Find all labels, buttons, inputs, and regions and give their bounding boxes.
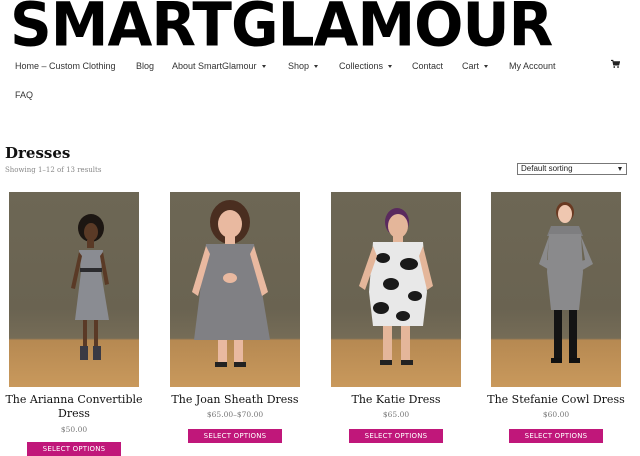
shopping-cart-icon[interactable]: [611, 59, 620, 69]
product-card: The Joan Sheath Dress $65.00–$70.00 SELE…: [170, 192, 300, 443]
select-options-button[interactable]: SELECT OPTIONS: [27, 442, 121, 456]
chevron-down-icon: [618, 167, 622, 171]
nav-about-label: About SmartGlamour: [172, 61, 257, 71]
product-price: $50.00: [60, 425, 88, 434]
nav-about[interactable]: About SmartGlamour: [172, 59, 266, 73]
product-card: The Stefanie Cowl Dress $60.00 SELECT OP…: [487, 192, 625, 443]
nav-collections[interactable]: Collections: [339, 59, 393, 73]
nav-shop-label: Shop: [288, 61, 310, 71]
product-price: $65.00–$70.00: [206, 410, 264, 419]
product-price: $65.00: [382, 410, 410, 419]
product-image[interactable]: [331, 192, 461, 387]
product-image[interactable]: [9, 192, 139, 387]
site-logo[interactable]: SMARTGLAMOUR: [10, 0, 630, 55]
product-image[interactable]: [491, 192, 621, 387]
product-name[interactable]: The Stefanie Cowl Dress: [485, 393, 627, 407]
nav-home[interactable]: Home – Custom Clothing: [15, 59, 116, 73]
nav-faq[interactable]: FAQ: [15, 88, 33, 102]
select-options-button[interactable]: SELECT OPTIONS: [509, 429, 603, 443]
nav-my-account[interactable]: My Account: [509, 59, 556, 73]
chevron-down-icon: [314, 65, 319, 69]
product-card: The Arianna Convertible Dress $50.00 SEL…: [5, 192, 143, 456]
nav-shop[interactable]: Shop: [288, 59, 319, 73]
product-card: The Katie Dress $65.00 SELECT OPTIONS: [331, 192, 461, 443]
chevron-down-icon: [261, 65, 266, 69]
nav-cart[interactable]: Cart: [462, 59, 489, 73]
nav-contact[interactable]: Contact: [412, 59, 443, 73]
nav-cart-label: Cart: [462, 61, 480, 71]
chevron-down-icon: [388, 65, 393, 69]
page-title: Dresses: [5, 144, 71, 163]
product-name[interactable]: The Arianna Convertible Dress: [3, 393, 145, 421]
select-options-button[interactable]: SELECT OPTIONS: [349, 429, 443, 443]
select-options-button[interactable]: SELECT OPTIONS: [188, 429, 282, 443]
product-price: $60.00: [542, 410, 570, 419]
product-name[interactable]: The Katie Dress: [325, 393, 467, 407]
product-name[interactable]: The Joan Sheath Dress: [164, 393, 306, 407]
nav-blog[interactable]: Blog: [136, 59, 154, 73]
chevron-down-icon: [484, 65, 489, 69]
sort-select-value: Default sorting: [521, 164, 573, 173]
sort-select[interactable]: Default sorting: [517, 163, 627, 175]
product-image[interactable]: [170, 192, 300, 387]
result-count: Showing 1–12 of 13 results: [5, 166, 102, 174]
nav-collections-label: Collections: [339, 61, 384, 71]
